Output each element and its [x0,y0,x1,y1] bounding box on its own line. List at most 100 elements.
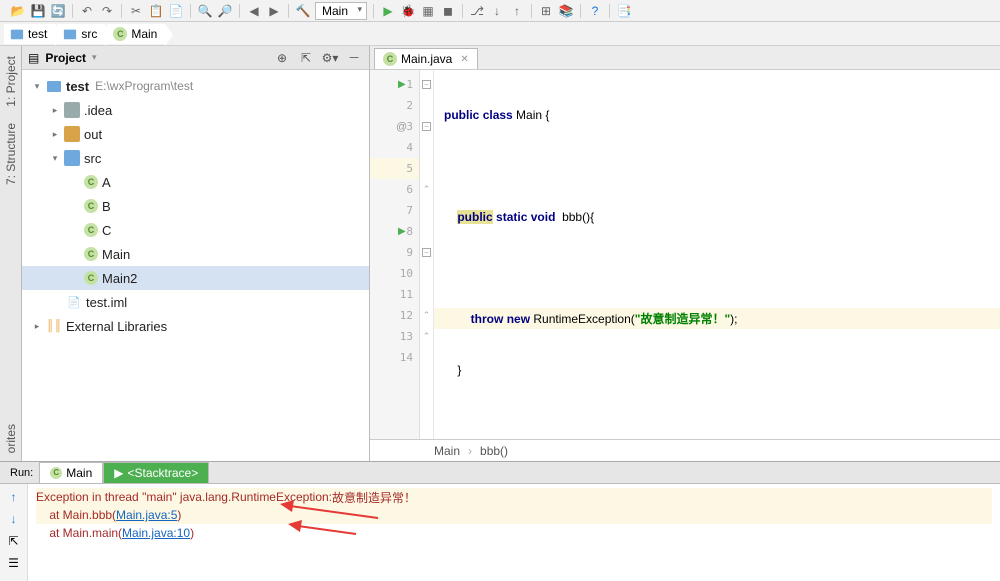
expand-arrow-icon[interactable]: ▸ [32,321,42,332]
vcs-commit-icon[interactable]: ↑ [509,3,525,19]
open-icon[interactable]: 📂 [10,3,26,19]
tree-node-class[interactable]: C Main [22,242,369,266]
expand-arrow-icon[interactable]: ▾ [32,81,42,92]
project-toolwindow-tab[interactable]: 1: Project [2,48,20,115]
module-icon [46,78,62,94]
run-gutter-icon[interactable]: ▶ [398,226,406,237]
breadcrumb-item[interactable]: src [57,24,105,44]
tree-node-external-libs[interactable]: ▸ ║║ External Libraries [22,314,369,338]
paste-icon[interactable]: 📄 [168,3,184,19]
project-panel-header: ▤ Project ▾ ⊕ ⇱ ⚙▾ － [22,46,369,70]
console-output[interactable]: Exception in thread "main" java.lang.Run… [28,484,1000,581]
main-toolbar: 📂 💾 🔄 ↶ ↷ ✂ 📋 📄 🔍 🔎 ◀ ▶ 🔨 Main ▶ 🐞 ▦ ◼ ⎇… [0,0,1000,22]
fold-icon[interactable]: − [422,248,431,257]
stacktrace-link[interactable]: Main.java:10 [122,526,190,540]
run-gutter: ↑ ↓ ⇱ ☰ [0,484,28,581]
breadcrumb-label: src [81,27,97,41]
separator [462,4,463,18]
run-tab-main[interactable]: C Main [39,462,103,484]
separator [373,4,374,18]
class-icon: C [84,175,98,189]
fold-icon[interactable]: − [422,122,431,131]
fold-icon[interactable]: − [422,80,431,89]
debug-icon[interactable]: 🐞 [400,3,416,19]
copy-icon[interactable]: 📋 [148,3,164,19]
scroll-from-source-icon[interactable]: ⊕ [273,49,291,67]
editor-tab[interactable]: C Main.java ✕ [374,48,478,69]
override-icon: @ [396,121,407,133]
export-icon[interactable]: ⇱ [5,532,23,550]
run-config-label: Main [322,4,348,18]
folder-icon [63,27,77,41]
run-icon[interactable]: ▶ [380,3,396,19]
tree-node-class[interactable]: C A [22,170,369,194]
tree-node-class[interactable]: C B [22,194,369,218]
sdk-icon[interactable]: 📚 [558,3,574,19]
breadcrumb-item[interactable]: C Main [107,24,165,44]
separator [580,4,581,18]
settings-gear-icon[interactable]: ⚙▾ [321,49,339,67]
project-tree[interactable]: ▾ test E:\wxProgram\test ▸ .idea ▸ out ▾… [22,70,369,461]
run-label: Run: [4,467,39,479]
class-icon: C [383,52,397,66]
breadcrumb-method[interactable]: bbb() [480,444,508,458]
breadcrumb-label: test [28,27,47,41]
filter-icon[interactable]: ☰ [5,554,23,572]
breadcrumb-item[interactable]: test [4,24,55,44]
save-icon[interactable]: 💾 [30,3,46,19]
vcs-icon[interactable]: ⎇ [469,3,485,19]
run-tab-stacktrace[interactable]: ▶ <Stacktrace> [103,462,209,484]
collapse-all-icon[interactable]: ⇱ [297,49,315,67]
class-icon: C [84,247,98,261]
back-icon[interactable]: ◀ [246,3,262,19]
code-editor[interactable]: public class Main { public static void b… [434,70,1000,439]
tab-label: 1: Project [4,56,18,107]
node-label: A [102,175,111,190]
tree-node-class[interactable]: C Main2 [22,266,369,290]
node-label: test [66,79,89,94]
project-view-icon[interactable]: ▤ [28,51,39,65]
project-structure-icon[interactable]: ⊞ [538,3,554,19]
tree-node-root[interactable]: ▾ test E:\wxProgram\test [22,74,369,98]
stop-icon[interactable]: ◼ [440,3,456,19]
editor-tabs: C Main.java ✕ [370,46,1000,70]
stacktrace-link[interactable]: Main.java:5 [116,508,177,522]
close-icon[interactable]: ✕ [460,54,468,65]
class-icon: C [50,467,62,479]
settings-icon[interactable]: 📑 [616,3,632,19]
up-stack-icon[interactable]: ↑ [5,488,23,506]
tree-node-file[interactable]: 📄 test.iml [22,290,369,314]
replace-icon[interactable]: 🔎 [217,3,233,19]
breadcrumb-class[interactable]: Main [434,444,460,458]
find-icon[interactable]: 🔍 [197,3,213,19]
node-label: External Libraries [66,319,167,334]
tree-node-src[interactable]: ▾ src [22,146,369,170]
refresh-icon[interactable]: 🔄 [50,3,66,19]
tree-node-folder[interactable]: ▸ out [22,122,369,146]
node-path: E:\wxProgram\test [95,79,193,93]
forward-icon[interactable]: ▶ [266,3,282,19]
expand-arrow-icon[interactable]: ▸ [50,129,60,140]
undo-icon[interactable]: ↶ [79,3,95,19]
structure-toolwindow-tab[interactable]: 7: Structure [2,115,20,193]
run-gutter-icon[interactable]: ▶ [398,79,406,90]
node-label: src [84,151,101,166]
breadcrumb-label: Main [131,27,157,41]
run-panel: Run: C Main ▶ <Stacktrace> ↑ ↓ ⇱ ☰ Excep… [0,461,1000,581]
coverage-icon[interactable]: ▦ [420,3,436,19]
tree-node-class[interactable]: C C [22,218,369,242]
hide-icon[interactable]: － [345,49,363,67]
down-stack-icon[interactable]: ↓ [5,510,23,528]
run-config-dropdown[interactable]: Main [315,2,367,20]
expand-arrow-icon[interactable]: ▸ [50,105,60,116]
help-icon[interactable]: ? [587,3,603,19]
expand-arrow-icon[interactable]: ▾ [50,153,60,164]
vcs-update-icon[interactable]: ↓ [489,3,505,19]
redo-icon[interactable]: ↷ [99,3,115,19]
favorites-toolwindow-tab[interactable]: orites [2,416,20,461]
project-panel: ▤ Project ▾ ⊕ ⇱ ⚙▾ － ▾ test E:\wxProgram… [22,46,370,461]
tree-node-folder[interactable]: ▸ .idea [22,98,369,122]
cut-icon[interactable]: ✂ [128,3,144,19]
dropdown-icon[interactable]: ▾ [92,52,97,63]
build-icon[interactable]: 🔨 [295,3,311,19]
